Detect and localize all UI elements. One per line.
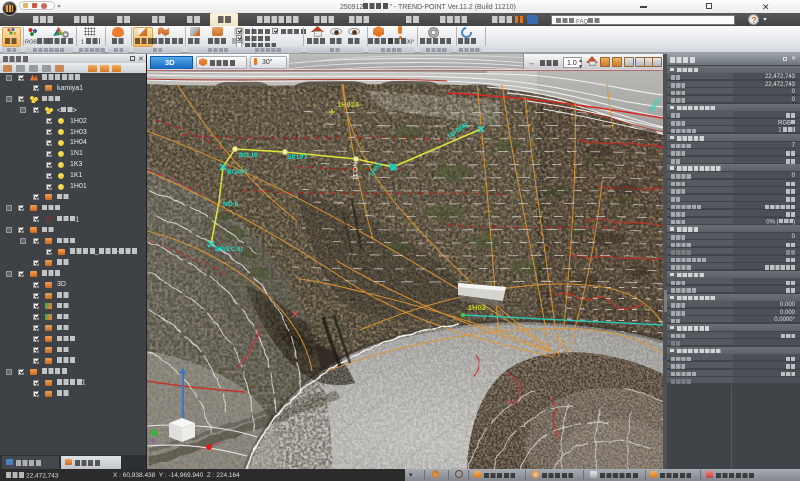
svg-text:NO.11: NO.11 [351,162,358,181]
svg-text:NO.9: NO.9 [223,201,239,208]
svg-text:BC4P7: BC4P7 [227,169,248,176]
svg-text:NO.10: NO.10 [239,152,258,159]
svg-text:1H03: 1H03 [468,303,486,312]
svg-text:BP(EC 6): BP(EC 6) [215,246,243,253]
svg-text:SP1P7: SP1P7 [287,154,308,161]
svg-text:1H024: 1H024 [337,100,360,109]
